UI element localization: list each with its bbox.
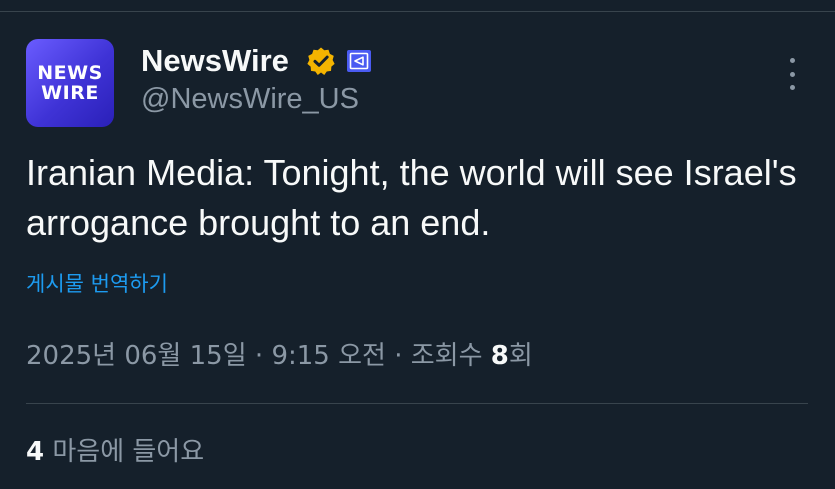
meta-separator: · <box>385 341 411 371</box>
avatar-text-line-1: NEWS <box>37 62 103 84</box>
tweet-text: Iranian Media: Tonight, the world will s… <box>26 152 797 243</box>
top-divider <box>0 11 835 12</box>
more-options-icon[interactable] <box>782 58 802 90</box>
views-suffix: 회 <box>508 341 533 371</box>
tweet-time[interactable]: 9:15 오전 <box>271 341 386 371</box>
likes-stat[interactable]: 4 마음에 들어요 <box>26 432 204 472</box>
tweet-detail: NEWS WIRE NewsWire @NewsWire_US Iranian … <box>0 0 835 489</box>
views-label: 조회수 <box>410 341 483 371</box>
verified-badge-icon <box>307 47 335 75</box>
section-divider <box>26 403 808 404</box>
user-handle[interactable]: @NewsWire_US <box>141 82 359 116</box>
avatar[interactable]: NEWS WIRE <box>26 39 114 127</box>
views-count: 8 <box>490 341 509 371</box>
display-name[interactable]: NewsWire <box>141 43 289 79</box>
affiliate-badge-icon[interactable] <box>347 50 371 72</box>
avatar-text-line-2: WIRE <box>41 82 99 104</box>
tweet-meta: 2025년 06월 15일 · 9:15 오전 · 조회수 8회 <box>26 336 533 376</box>
tweet-date[interactable]: 2025년 06월 15일 <box>26 341 247 371</box>
translate-post-link[interactable]: 게시물 번역하기 <box>26 270 168 298</box>
likes-label: 마음에 들어요 <box>52 437 205 467</box>
likes-count: 4 <box>26 437 45 467</box>
meta-separator: · <box>246 341 272 371</box>
